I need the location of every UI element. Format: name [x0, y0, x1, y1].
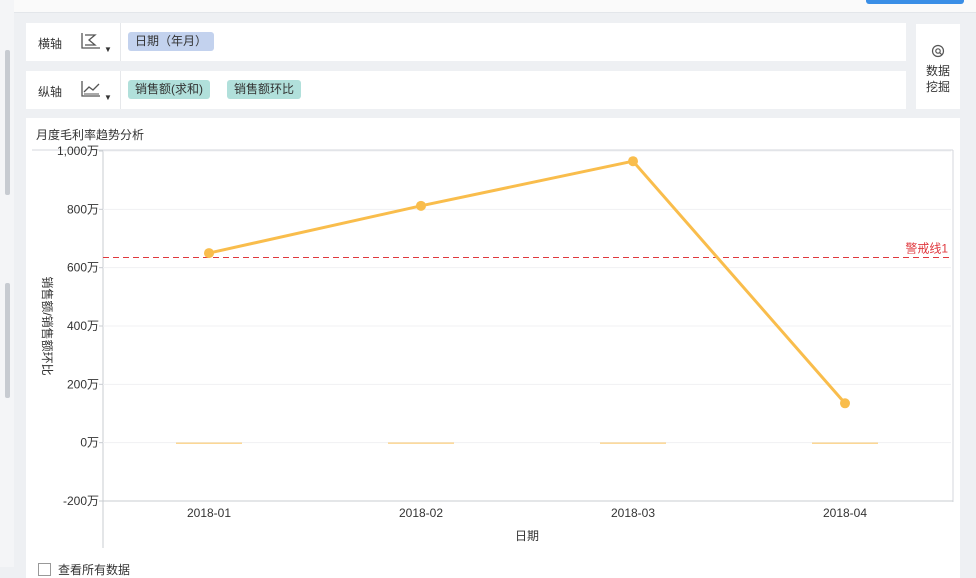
line-chart[interactable]: -200万 0万 200万 400万 600万 800万 1,000万 2018-01 2018…	[26, 118, 960, 558]
y-tick-label: 1,000万	[57, 144, 99, 158]
data-mining-label: 数据挖掘	[925, 64, 950, 94]
chart-panel: 月度毛利率趋势分析 -200万 0万 200万 400万 600万 800万 1,000万 2…	[26, 118, 960, 578]
y-axis-shelf: 纵轴 ▼ 销售额(求和) 销售额环比	[26, 71, 906, 109]
divider	[120, 71, 121, 109]
y-tick-label: 400万	[67, 319, 99, 333]
divider	[120, 23, 121, 61]
top-action-button[interactable]	[866, 0, 964, 4]
left-sidebar-strip	[0, 0, 14, 567]
sidebar-scrollbar-upper[interactable]	[5, 50, 10, 195]
x-tick-label: 2018-04	[823, 506, 867, 520]
bar-mark	[812, 442, 878, 444]
x-field-pill-date[interactable]: 日期（年月）	[128, 32, 215, 51]
data-mining-button[interactable]: 数据挖掘	[916, 24, 960, 109]
y-field-pill-sales-mom[interactable]: 销售额环比	[227, 80, 302, 99]
chevron-down-icon: ▼	[104, 45, 112, 54]
y-field-pill-sales-sum[interactable]: 销售额(求和)	[128, 80, 210, 99]
data-point	[628, 156, 638, 167]
warning-line-label: 警戒线1	[905, 240, 948, 255]
x-axis-shelf-label: 横轴	[38, 37, 63, 51]
chevron-down-icon: ▼	[104, 93, 112, 102]
data-point	[204, 248, 214, 259]
y-tick-label: 600万	[67, 261, 99, 275]
view-all-data-label: 查看所有数据	[58, 563, 131, 577]
data-mining-icon	[931, 44, 945, 58]
data-point	[416, 200, 426, 211]
view-all-data-checkbox[interactable]	[38, 563, 51, 576]
x-tick-label: 2018-02	[399, 506, 443, 520]
x-axis-type-selector[interactable]: ▼	[80, 31, 116, 55]
line-chart-icon	[81, 81, 100, 97]
series-line	[208, 159, 847, 405]
bar-mark	[176, 442, 242, 444]
y-axis-type-selector[interactable]: ▼	[80, 79, 116, 103]
y-tick-label: 0万	[80, 436, 99, 450]
bar-mark	[388, 442, 454, 444]
x-axis-title: 日期	[515, 529, 539, 543]
y-tick-label: 200万	[67, 377, 99, 391]
x-tick-label: 2018-01	[187, 506, 231, 520]
y-axis-title: 销售额/销售额环比	[40, 276, 55, 375]
axis-category-icon	[81, 33, 100, 49]
y-axis-shelf-label: 纵轴	[38, 85, 63, 99]
y-tick-label: 800万	[67, 202, 99, 216]
y-tick-label: -200万	[63, 494, 99, 508]
x-axis-shelf: 横轴 ▼ 日期（年月）	[26, 23, 906, 61]
sidebar-scrollbar-lower[interactable]	[5, 283, 10, 398]
bar-mark	[600, 442, 666, 444]
x-tick-label: 2018-03	[611, 506, 655, 520]
top-bar	[14, 0, 976, 13]
data-point	[840, 398, 850, 409]
